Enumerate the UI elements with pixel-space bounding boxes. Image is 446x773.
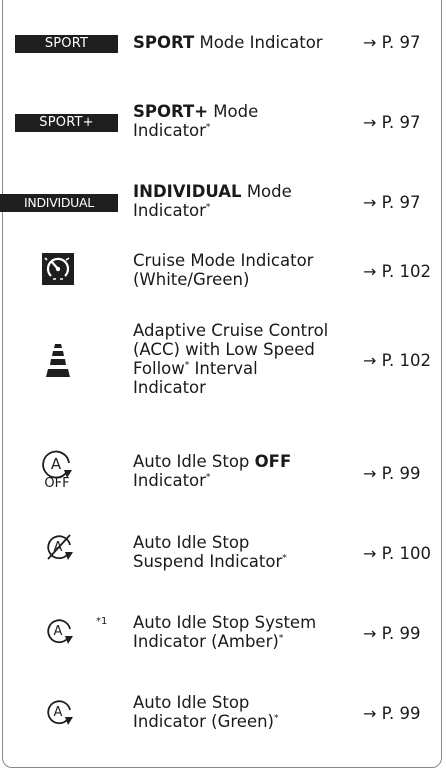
indicator-label: Auto Idle Stop System Indicator (Amber)* bbox=[133, 613, 317, 651]
page-reference: → P. 97 bbox=[363, 193, 421, 212]
auto-idle-stop-suspend-icon: A bbox=[44, 532, 76, 562]
page-reference: → P. 97 bbox=[363, 33, 421, 52]
indicator-label: SPORT+ Mode Indicator* bbox=[133, 102, 259, 140]
indicator-label: Auto Idle Stop Indicator (Green)* bbox=[133, 693, 279, 731]
svg-text:A: A bbox=[54, 705, 63, 720]
page-reference: → P. 99 bbox=[363, 464, 421, 483]
page-reference: → P. 102 bbox=[363, 351, 432, 370]
indicator-label: Cruise Mode Indicator (White/Green) bbox=[133, 251, 314, 289]
auto-idle-stop-system-icon: A bbox=[44, 616, 76, 646]
indicator-label: Auto Idle Stop Suspend Indicator* bbox=[133, 533, 287, 571]
page-reference: → P. 97 bbox=[363, 113, 421, 132]
indicator-label: Adaptive Cruise Control (ACC) with Low Sp… bbox=[133, 321, 329, 397]
auto-idle-stop-icon: A bbox=[44, 697, 76, 727]
page-reference: → P. 102 bbox=[363, 262, 432, 281]
svg-text:A: A bbox=[54, 624, 63, 639]
sport-plus-badge: SPORT+ bbox=[15, 114, 118, 132]
footnote-marker: *1 bbox=[96, 616, 108, 627]
sport-badge: SPORT bbox=[15, 35, 118, 53]
acc-distance-bars-icon bbox=[46, 344, 70, 378]
indicator-label: SPORT Mode Indicator bbox=[133, 33, 323, 52]
indicator-label: INDIVIDUAL Mode Indicator* bbox=[133, 182, 292, 220]
svg-text:A: A bbox=[51, 455, 62, 473]
page-reference: → P. 99 bbox=[363, 704, 421, 723]
individual-badge: INDIVIDUAL bbox=[0, 194, 118, 212]
page-reference: → P. 100 bbox=[363, 544, 432, 563]
cruise-speedometer-icon bbox=[42, 253, 74, 285]
icon-caption-off: OFF bbox=[44, 476, 70, 491]
page-reference: → P. 99 bbox=[363, 624, 421, 643]
indicator-label: Auto Idle Stop OFF Indicator* bbox=[133, 452, 292, 490]
